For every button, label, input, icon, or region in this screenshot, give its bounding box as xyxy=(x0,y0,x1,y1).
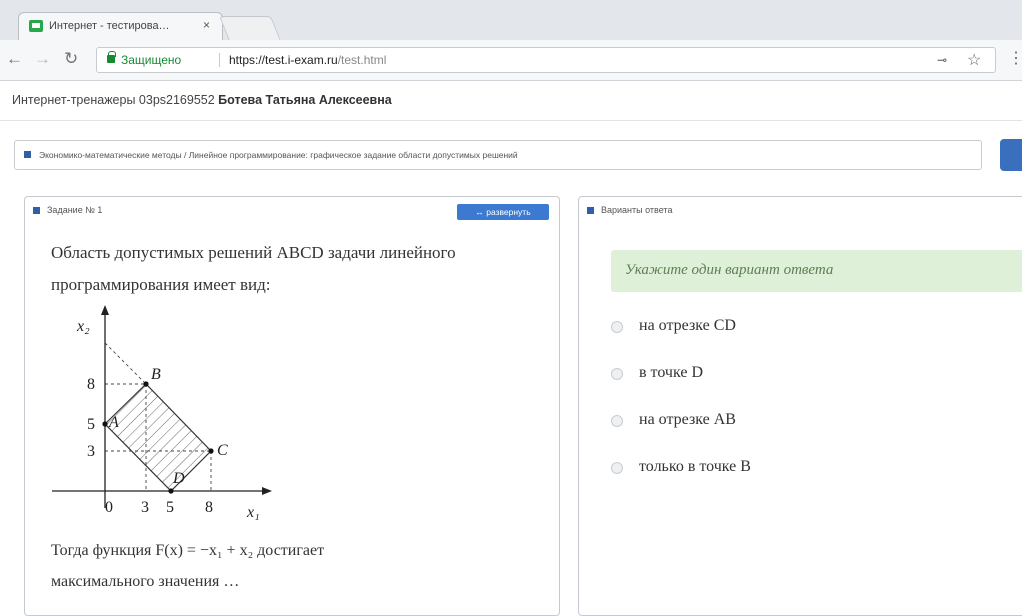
radio-button[interactable] xyxy=(611,415,623,427)
user-prefix: Интернет-тренажеры 03ps2169552 xyxy=(12,93,215,107)
breadcrumb: Экономико-математические методы / Линейн… xyxy=(14,140,982,170)
answer-option-label: в точке D xyxy=(639,364,703,381)
radio-button[interactable] xyxy=(611,321,623,333)
question-text-line: максимального значения … xyxy=(51,573,240,590)
browser-menu-icon[interactable]: ⋮ xyxy=(1008,48,1022,68)
y-tick-label: 3 xyxy=(87,443,95,460)
browser-tab[interactable]: Интернет - тестирова… × xyxy=(18,12,223,40)
x-tick-label: 5 xyxy=(166,499,174,516)
feasible-region xyxy=(104,383,212,492)
y-axis-label: x₂ xyxy=(76,318,90,335)
y-tick-label: 8 xyxy=(87,376,95,393)
answer-option-label: только в точке B xyxy=(639,458,751,475)
x-tick-label: 0 xyxy=(105,499,113,516)
radio-button[interactable] xyxy=(611,368,623,380)
new-tab-button[interactable] xyxy=(218,16,282,41)
x-axis-arrow-icon xyxy=(262,487,272,495)
instruction-banner: Укажите один вариант ответа xyxy=(611,250,1022,292)
square-bullet-icon xyxy=(33,207,40,214)
y-tick-label: 5 xyxy=(87,416,95,433)
bookmark-star-icon[interactable]: ☆ xyxy=(967,50,981,70)
site-favicon-icon xyxy=(29,20,43,32)
tab-title: Интернет - тестирова… xyxy=(49,20,170,32)
task-number: Задание № 1 xyxy=(47,205,103,215)
question-text-line: Тогда функция F(x) = −x₁ + x₂ достигает xyxy=(51,542,325,559)
point-a xyxy=(102,421,108,427)
square-bullet-icon xyxy=(587,207,594,214)
user-name: Ботева Татьяна Алексеевна xyxy=(218,93,392,107)
url-path: /test.html xyxy=(337,53,387,67)
lock-icon xyxy=(107,51,116,63)
answer-option-label: на отрезке CD xyxy=(639,317,736,334)
y-axis-arrow-icon xyxy=(101,305,109,315)
point-label-a: A xyxy=(108,414,119,431)
user-info: Интернет-тренажеры 03ps2169552 Ботева Та… xyxy=(12,93,392,107)
breadcrumb-text: Экономико-математические методы / Линейн… xyxy=(39,150,518,160)
address-bar: ← → ↻ Защищено https://test.i-exam.ru/te… xyxy=(0,40,1022,81)
expand-button[interactable]: ↔ развернуть xyxy=(457,204,549,220)
point-b xyxy=(143,381,149,387)
browser-tab-bar: Интернет - тестирова… × xyxy=(0,0,1022,41)
point-c xyxy=(208,448,214,454)
question-text-line: программирования имеет вид: xyxy=(51,275,271,294)
url-main: https://test.i-exam.ru xyxy=(229,53,338,67)
divider xyxy=(0,120,1022,121)
instruction-text: Укажите один вариант ответа xyxy=(625,262,834,278)
key-icon[interactable]: ⊸ xyxy=(937,53,947,67)
url-text: https://test.i-exam.ru/test.html xyxy=(229,53,386,67)
radio-button[interactable] xyxy=(611,462,623,474)
feasible-region-graph: x₂ x₁ 8 5 3 0 3 5 8 A B C D xyxy=(52,305,272,521)
point-d xyxy=(168,488,174,494)
back-arrow-icon[interactable]: ← xyxy=(6,49,23,69)
point-label-d: D xyxy=(172,470,185,487)
x-axis-label: x₁ xyxy=(246,504,260,521)
point-label-b: B xyxy=(151,366,161,383)
task-panel: Задание № 1 ↔ развернуть Область допусти… xyxy=(24,196,560,616)
secure-label: Защищено xyxy=(121,53,182,67)
question-text-line: Область допустимых решений ABCD задачи л… xyxy=(51,243,456,262)
point-label-c: C xyxy=(217,442,228,459)
url-input[interactable]: Защищено https://test.i-exam.ru/test.htm… xyxy=(96,47,996,73)
url-separator xyxy=(219,53,220,67)
x-tick-label: 3 xyxy=(141,499,149,516)
next-button[interactable] xyxy=(1000,139,1022,171)
x-tick-label: 8 xyxy=(205,499,213,516)
answer-option-label: на отрезке AB xyxy=(639,411,736,428)
answers-panel: Варианты ответа Укажите один вариант отв… xyxy=(578,196,1022,616)
square-bullet-icon xyxy=(24,151,31,158)
reload-icon[interactable]: ↻ xyxy=(64,49,78,69)
forward-arrow-icon[interactable]: → xyxy=(34,49,51,69)
answers-header: Варианты ответа xyxy=(601,205,673,215)
tab-close-button[interactable]: × xyxy=(203,18,210,32)
